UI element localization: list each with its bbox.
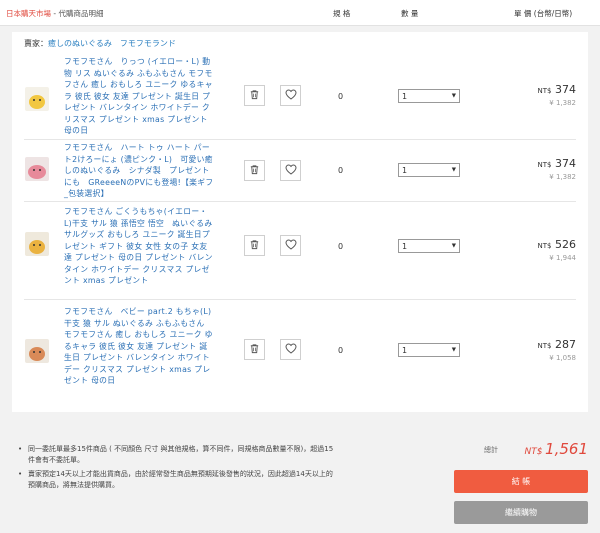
total-value: 1,561	[545, 440, 588, 458]
cart-header: 日本購天市場 - 代購商品明細 規 格 數 量 單 價 (台幣/日幣)	[0, 0, 600, 26]
price-twd: 374	[555, 83, 576, 96]
product-thumbnail[interactable]	[25, 232, 49, 256]
store-name[interactable]: 日本購天市場	[6, 9, 51, 18]
quantity-value: 1	[402, 91, 408, 101]
favorite-button[interactable]	[280, 235, 301, 256]
product-thumbnail[interactable]	[25, 339, 49, 363]
quantity-value: 1	[402, 165, 408, 175]
note-item: 同一委託單最多15件商品 ( 不同顏色 尺寸 與其他規格，算不同件，同規格商品數…	[18, 444, 338, 465]
store-desc: 代購商品明細	[58, 9, 104, 18]
price-jpy: ¥ 1,944	[549, 254, 576, 262]
product-title-link[interactable]: フモフモさん りっつ (イエロー・L) 動物 リス ぬいぐるみ ふもふもさん モ…	[64, 56, 214, 137]
favorite-button[interactable]	[280, 160, 301, 181]
currency-label: NT$	[537, 161, 552, 169]
currency-label: NT$	[537, 342, 552, 350]
column-quantity: 數 量	[401, 9, 419, 18]
total-amount: NT$ 1,561	[525, 440, 588, 458]
price-jpy: ¥ 1,382	[549, 173, 576, 181]
quantity-value: 1	[402, 345, 408, 355]
heart-icon	[284, 239, 297, 252]
trash-icon	[249, 89, 260, 102]
checkout-button[interactable]: 結 帳	[454, 470, 588, 493]
trash-icon	[249, 164, 260, 177]
cart-items-panel: 賣家：癒しのぬいぐるみ フモフモランド フモフモさん りっつ (イエロー・L) …	[12, 32, 588, 412]
seller-link[interactable]: 癒しのぬいぐるみ フモフモランド	[48, 39, 176, 48]
caret-down-icon: ▼	[451, 93, 456, 99]
price-twd: 374	[555, 157, 576, 170]
continue-shopping-button[interactable]: 繼續購物	[454, 501, 588, 524]
caret-down-icon: ▼	[451, 167, 456, 173]
price-twd: 287	[555, 338, 576, 351]
heart-icon	[284, 343, 297, 356]
delete-button[interactable]	[244, 160, 265, 181]
item-price: NT$ 526 ¥ 1,944	[538, 238, 576, 262]
total-currency: NT$	[524, 447, 543, 457]
seller-label: 賣家：	[24, 39, 48, 48]
favorite-button[interactable]	[280, 85, 301, 106]
note-item: 賣家預定14天以上才能出貨商品，由於經常發生商品無預期延後發售的狀況，因此超過1…	[18, 469, 338, 490]
spec-value: 0	[338, 242, 344, 251]
divider	[24, 201, 576, 202]
spec-value: 0	[338, 346, 344, 355]
product-title-link[interactable]: フモフモさん ハート トゥ ハート パート2けろーにょ (濃ピンク・L) 可愛い…	[64, 142, 214, 200]
column-spec: 規 格	[333, 9, 351, 18]
seller-line: 賣家：癒しのぬいぐるみ フモフモランド	[24, 38, 176, 49]
heart-icon	[284, 164, 297, 177]
spec-value: 0	[338, 92, 344, 101]
item-price: NT$ 374 ¥ 1,382	[538, 157, 576, 181]
product-thumbnail[interactable]	[25, 157, 49, 181]
product-title-link[interactable]: フモフモさん ベビー part.2 もちゃ(L) 干支 猿 サル ぬいぐるみ ふ…	[64, 306, 214, 387]
caret-down-icon: ▼	[451, 243, 456, 249]
item-price: NT$ 374 ¥ 1,382	[538, 83, 576, 107]
store-title: 日本購天市場 - 代購商品明細	[6, 8, 103, 19]
favorite-button[interactable]	[280, 339, 301, 360]
product-title-link[interactable]: フモフモさん ごくうもちゃ(イエロー・L)干支 サル 猿 孫悟空 悟空 ぬいぐる…	[64, 206, 214, 287]
quantity-select[interactable]: 1 ▼	[398, 343, 460, 357]
currency-label: NT$	[537, 87, 552, 95]
item-price: NT$ 287 ¥ 1,058	[538, 338, 576, 362]
delete-button[interactable]	[244, 85, 265, 106]
price-jpy: ¥ 1,382	[549, 99, 576, 107]
quantity-select[interactable]: 1 ▼	[398, 89, 460, 103]
trash-icon	[249, 343, 260, 356]
currency-label: NT$	[537, 242, 552, 250]
cart-notes: 同一委託單最多15件商品 ( 不同顏色 尺寸 與其他規格，算不同件，同規格商品數…	[18, 444, 338, 494]
delete-button[interactable]	[244, 235, 265, 256]
divider	[24, 299, 576, 300]
column-price: 單 價 (台幣/日幣)	[514, 9, 573, 18]
total-label: 總計	[484, 446, 498, 454]
quantity-value: 1	[402, 241, 408, 251]
quantity-select[interactable]: 1 ▼	[398, 163, 460, 177]
price-jpy: ¥ 1,058	[549, 354, 576, 362]
delete-button[interactable]	[244, 339, 265, 360]
quantity-select[interactable]: 1 ▼	[398, 239, 460, 253]
divider	[24, 139, 576, 140]
heart-icon	[284, 89, 297, 102]
price-twd: 526	[555, 238, 576, 251]
caret-down-icon: ▼	[451, 347, 456, 353]
product-thumbnail[interactable]	[25, 87, 49, 111]
spec-value: 0	[338, 166, 344, 175]
trash-icon	[249, 239, 260, 252]
